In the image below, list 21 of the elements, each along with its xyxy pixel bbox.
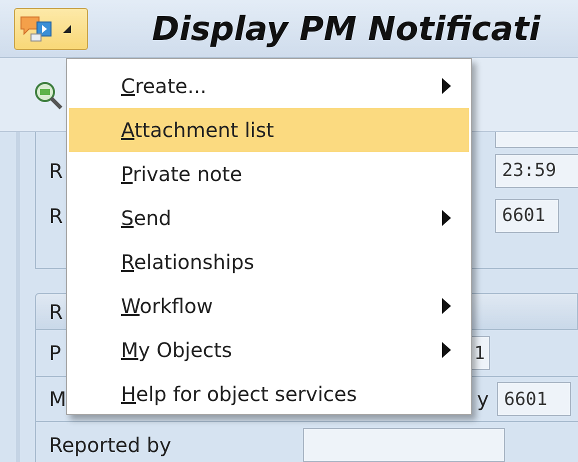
menu-item[interactable]: Help for object services [69,372,469,416]
field-label: M [49,387,66,411]
input-field[interactable] [303,428,505,462]
input-field[interactable] [495,132,578,148]
menu-item[interactable]: Relationships [69,240,469,284]
field-label: y [477,387,489,411]
input-field[interactable]: 6601 [495,198,559,232]
caret-icon [63,24,71,32]
input-field[interactable]: 23:59 [495,154,578,188]
field-label: R [49,204,63,228]
services-menu-button[interactable] [14,8,88,50]
menu-item[interactable]: Private note [69,152,469,196]
menu-item[interactable]: Create... [69,64,469,108]
field-label: P [49,341,62,365]
input-field[interactable]: 6601 [497,382,571,416]
menu-item[interactable]: Send [69,196,469,240]
field-label: R [49,158,63,182]
field-label: Reported by [49,432,172,456]
window-title: Display PM Notificati [152,9,540,48]
magnifier-icon[interactable] [33,80,65,110]
menu-item[interactable]: Attachment list [69,108,469,152]
